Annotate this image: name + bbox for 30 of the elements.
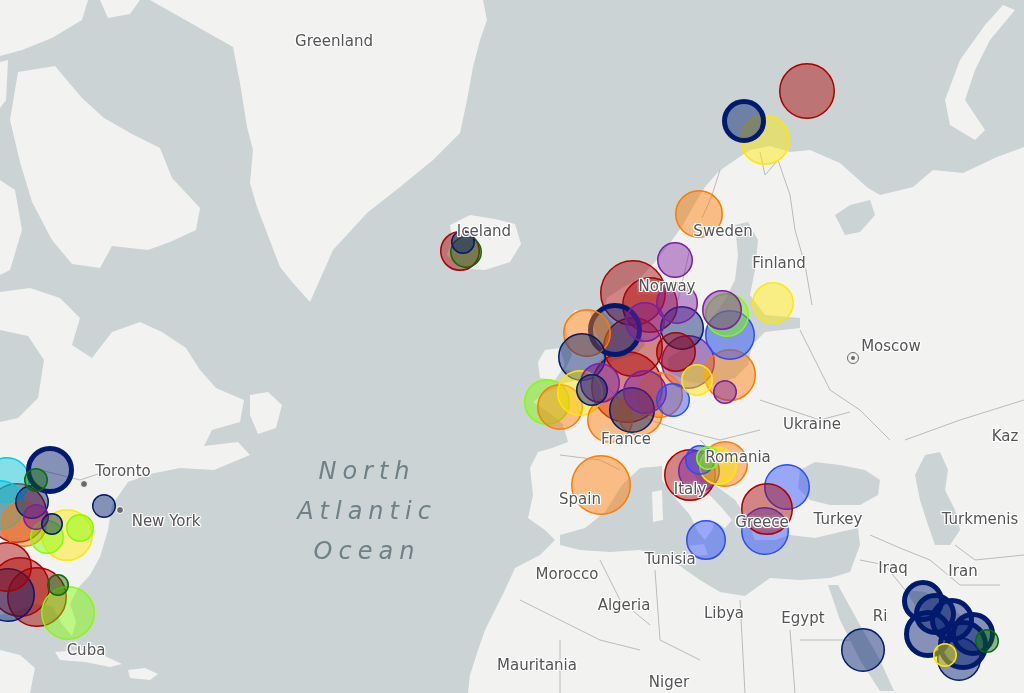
map-label: Iran [948,563,978,581]
map-label: Greenland [295,33,373,51]
map-label: Egypt [781,610,825,628]
map-label: Ri [872,608,888,626]
border-line [559,454,621,471]
map-label: Cuba [66,642,106,660]
map-label: Iraq [878,560,908,578]
city-dot-icon [116,506,124,514]
border-line [789,629,796,693]
map-label: Niger [648,674,690,692]
map-label: Mauritania [497,657,577,675]
map-label: France [601,431,651,449]
map-label: Finland [752,255,806,273]
ocean-label: North Atlantic Ocean [295,456,438,567]
map-label: Iceland [456,223,512,241]
map-label: Morocco [535,566,599,584]
map-label: Ukraine [783,416,841,434]
map-label: Norway [638,278,696,296]
map-label: Turkey [813,511,863,529]
border-line [701,169,721,219]
map-label: Turkmenis [941,511,1019,529]
city-label: New York [131,513,201,531]
city-dot-icon [80,480,88,488]
city-label: Toronto [95,463,151,481]
map-label: Romania [705,449,771,467]
map-label: Algeria [597,597,651,615]
map-label: Tunisia [644,551,696,569]
map-label: Kaz [991,428,1019,446]
city-label: Moscow [861,338,921,356]
map-label: Libya [703,605,745,623]
